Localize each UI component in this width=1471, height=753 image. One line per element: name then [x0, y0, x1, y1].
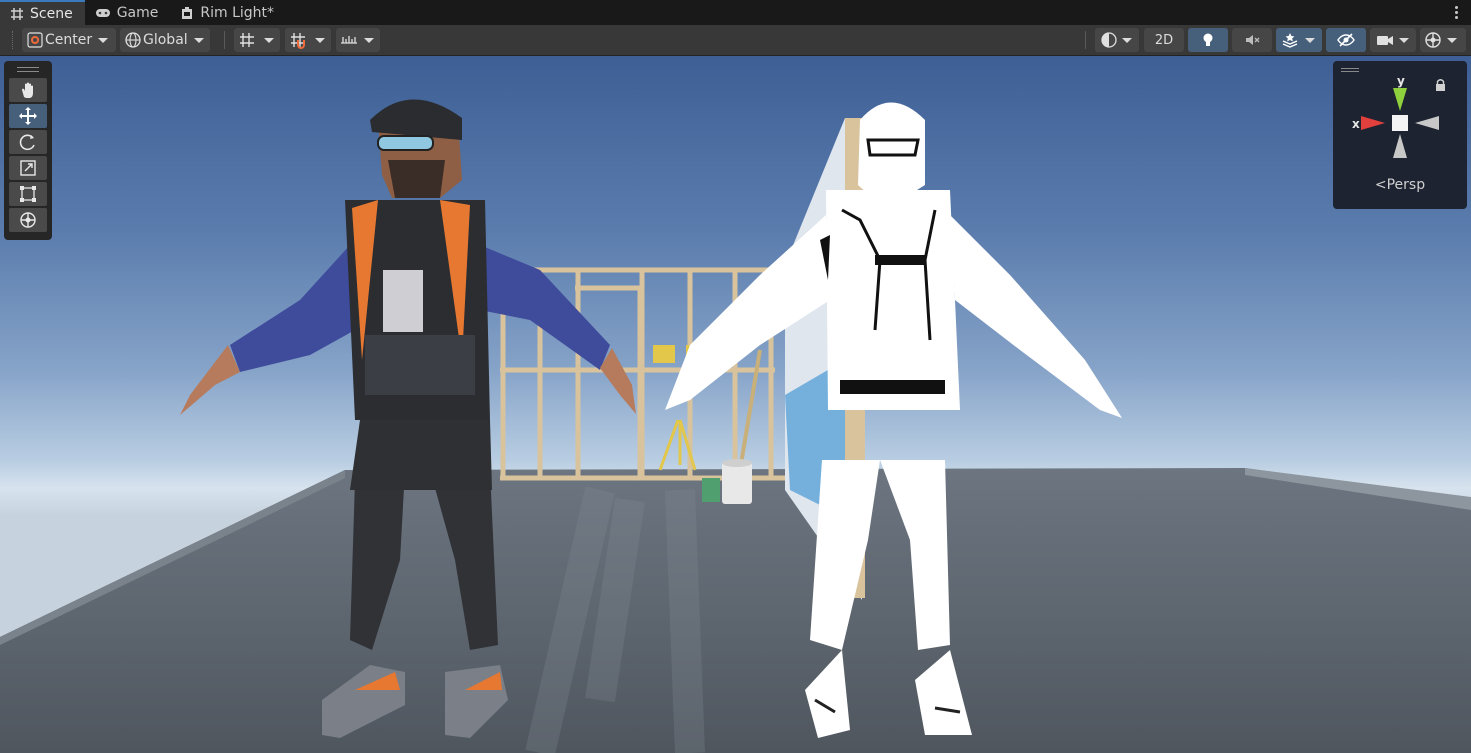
- lighting-toggle[interactable]: [1188, 28, 1228, 52]
- eye-hidden-icon: [1337, 33, 1355, 47]
- camera-settings-dropdown[interactable]: [1370, 28, 1416, 52]
- chevron-down-icon: [193, 37, 204, 43]
- layers-effects-icon: [1282, 33, 1298, 48]
- center-cube[interactable]: [1392, 115, 1408, 131]
- 2d-mode-label: 2D: [1154, 32, 1174, 48]
- scene-visibility-toggle[interactable]: [1326, 28, 1366, 52]
- neg-y-axis-cone[interactable]: [1393, 134, 1407, 158]
- more-options-icon[interactable]: [1451, 2, 1461, 22]
- neg-x-axis-cone[interactable]: [1415, 116, 1439, 130]
- tab-rim-light-label: Rim Light*: [200, 4, 275, 21]
- scale-tool-button[interactable]: [9, 156, 47, 180]
- space-mode-label: Global: [143, 32, 188, 48]
- view-grid-dropdown[interactable]: [234, 28, 280, 52]
- rect-transform-icon: [20, 186, 36, 202]
- 2d-mode-toggle[interactable]: 2D: [1144, 28, 1184, 52]
- scene-render: [0, 99, 1471, 753]
- y-axis-cone[interactable]: [1393, 88, 1407, 111]
- overlay-drag-handle[interactable]: [17, 67, 39, 72]
- tab-game-label: Game: [116, 4, 159, 21]
- scene-viewport[interactable]: y x <Persp: [0, 56, 1471, 753]
- gizmos-dropdown[interactable]: [1420, 28, 1466, 52]
- pivot-mode-label: Center: [45, 32, 93, 48]
- tab-game[interactable]: Game: [85, 0, 171, 25]
- chevron-down-icon: [1399, 37, 1409, 43]
- toolbar-grip: [12, 31, 15, 49]
- axis-gizmo[interactable]: y x: [1333, 61, 1467, 171]
- effects-dropdown[interactable]: [1276, 28, 1322, 52]
- chevron-down-icon: [264, 37, 274, 43]
- x-axis-label: x: [1352, 117, 1360, 131]
- editor-tab-bar: Scene Game Rim Light*: [0, 0, 1471, 25]
- y-axis-label: y: [1397, 74, 1405, 88]
- orientation-gizmo: y x <Persp: [1333, 61, 1467, 209]
- hand-tool-button[interactable]: [9, 78, 47, 102]
- audio-toggle[interactable]: [1232, 28, 1272, 52]
- tab-scene-label: Scene: [30, 5, 73, 22]
- chevron-down-icon: [1447, 37, 1457, 43]
- increment-snapping-dropdown[interactable]: [336, 28, 380, 52]
- projection-toggle[interactable]: <Persp: [1333, 177, 1467, 193]
- persp-arrow-icon: <: [1374, 177, 1387, 193]
- chevron-down-icon: [98, 37, 109, 43]
- grid-visibility-icon: [240, 33, 254, 47]
- tab-scene[interactable]: Scene: [0, 0, 85, 25]
- grid-hash-icon: [11, 7, 23, 20]
- pivot-mode-dropdown[interactable]: Center: [22, 28, 116, 52]
- globe-icon: [125, 32, 141, 48]
- scene-toolbar: Center Global 2D: [0, 25, 1471, 56]
- speaker-muted-icon: [1246, 35, 1260, 45]
- scale-icon: [20, 160, 36, 176]
- rect-tool-button[interactable]: [9, 182, 47, 206]
- gizmo-globe-icon: [1425, 32, 1441, 48]
- hand-icon: [22, 82, 33, 98]
- x-axis-cone[interactable]: [1361, 116, 1385, 130]
- tab-rim-light[interactable]: Rim Light*: [170, 0, 286, 25]
- transform-icon: [20, 212, 36, 228]
- shading-mode-icon: [1101, 32, 1117, 48]
- ruler-icon: [341, 36, 357, 44]
- lightbulb-icon: [1203, 33, 1213, 46]
- prefab-icon: [182, 6, 193, 19]
- chevron-down-icon: [364, 37, 374, 43]
- pivot-center-icon: [27, 32, 43, 48]
- rotate-icon: [19, 134, 35, 151]
- camera-icon: [1377, 36, 1393, 45]
- grid-snap-icon: [291, 33, 305, 49]
- chevron-down-icon: [1122, 37, 1132, 43]
- projection-label: Persp: [1386, 177, 1426, 193]
- transform-tool-button[interactable]: [9, 208, 47, 232]
- floor-plane: [0, 468, 1471, 753]
- tools-overlay: [4, 61, 52, 240]
- space-mode-dropdown[interactable]: Global: [120, 28, 210, 52]
- draw-mode-dropdown[interactable]: [1095, 28, 1139, 52]
- lock-icon[interactable]: [1436, 79, 1445, 91]
- gamepad-icon: [95, 8, 110, 17]
- paint-bucket-prop: [702, 459, 752, 504]
- move-tool-button[interactable]: [9, 104, 47, 128]
- move-arrows-icon: [19, 107, 37, 125]
- grid-snapping-dropdown[interactable]: [285, 28, 331, 52]
- chevron-down-icon: [315, 37, 325, 43]
- rotate-tool-button[interactable]: [9, 130, 47, 154]
- chevron-down-icon: [1305, 37, 1315, 43]
